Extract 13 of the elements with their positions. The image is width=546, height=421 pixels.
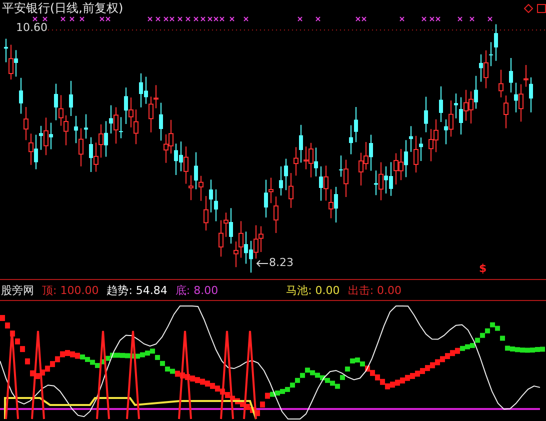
- indicator-value: 趋势: 54.84: [106, 282, 168, 298]
- signal-marker: $: [479, 262, 487, 275]
- square-icon[interactable]: [537, 4, 546, 13]
- indicator-value: 出击: 0.00: [348, 282, 402, 298]
- chart-title: 平安银行(日线,前复权): [2, 0, 124, 17]
- indicator-name: 股旁网: [1, 282, 34, 298]
- low-price-label: 8.23: [269, 256, 294, 269]
- indicator-value: 马池: 0.00: [286, 282, 340, 298]
- high-price-label: 10.60: [16, 21, 48, 34]
- indicator-value: 顶: 100.00: [42, 282, 99, 298]
- indicator-value: 底: 8.00: [175, 282, 218, 298]
- diamond-icon[interactable]: [524, 4, 533, 13]
- pointer-arrow-icon: [256, 260, 268, 267]
